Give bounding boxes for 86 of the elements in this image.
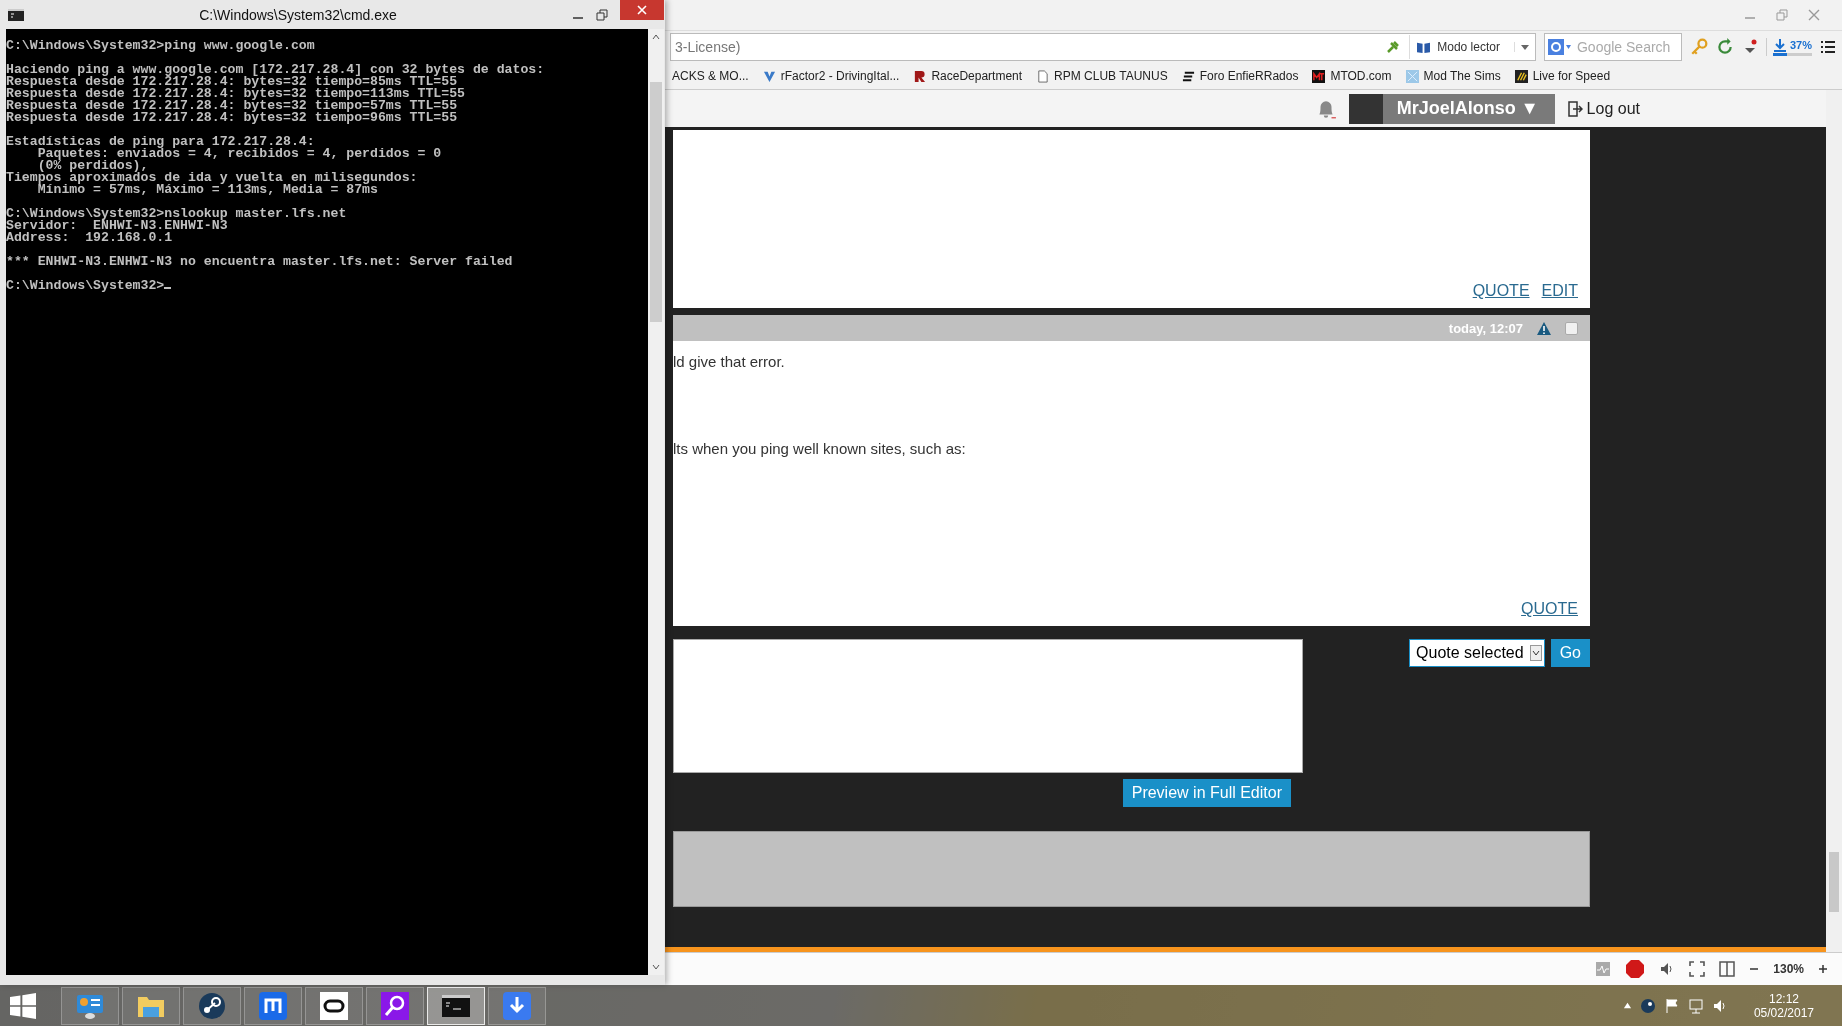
- console-icon: [8, 8, 24, 21]
- console-line: Tiempos aproximados de ida y vuelta en milisegundos:: [6, 172, 419, 184]
- console-line: Estadísticas de ping para 172.217.28.4:: [6, 136, 316, 148]
- scroll-up-icon[interactable]: [651, 32, 661, 42]
- console-line: Servidor: ENHWI-N3.ENHWI-N3: [6, 220, 229, 232]
- exit-door-icon: [1566, 100, 1583, 117]
- scroll-thumb[interactable]: [650, 82, 662, 322]
- bookmark-link[interactable]: ACKS & MO...: [672, 69, 749, 83]
- m-logo-icon: [258, 990, 288, 1021]
- scroll-down-icon[interactable]: [651, 962, 661, 972]
- console-line: Mínimo = 57ms, Máximo = 113ms, Media = 87ms: [37, 184, 378, 196]
- bookmark-link[interactable]: Mod The Sims: [1405, 69, 1501, 83]
- mt-logo-icon: [1312, 69, 1326, 83]
- console-line: Address: 192.168.0.1: [6, 232, 174, 244]
- taskbar-button[interactable]: [427, 986, 485, 1025]
- post-header-bar: today, 12:07: [673, 315, 1590, 341]
- ring-icon: [319, 990, 349, 1021]
- magnifier-icon: [380, 990, 410, 1021]
- download-icon: [502, 990, 532, 1021]
- post-text: lts when you ping well known sites, such as:: [673, 440, 967, 457]
- console-line: Respuesta desde 172.217.28.4: bytes=32 tiempo=57ms TTL=55: [6, 100, 459, 112]
- search-field[interactable]: Google Search: [1543, 33, 1682, 61]
- tile-icon: [1405, 69, 1419, 83]
- console-line: C:\Windows\System32>ping www.google.com: [6, 40, 316, 52]
- close-button[interactable]: [620, 0, 664, 20]
- logout-link[interactable]: Log out: [1566, 99, 1640, 118]
- restore-icon[interactable]: [596, 8, 608, 21]
- bookmark-link[interactable]: Foro EnfieRRados: [1181, 69, 1299, 83]
- split-view-icon[interactable]: [1719, 961, 1736, 977]
- console-line: Paquetes: enviados = 4, recibidos = 4, perdidos = 0: [36, 148, 443, 160]
- console-line: Respuesta desde 172.217.28.4: bytes=32 tiempo=85ms TTL=55: [6, 76, 458, 88]
- console-line: *** ENHWI-N3.ENHWI-N3 no encuentra master.lfs.net: Server failed: [6, 256, 514, 268]
- menu-icon[interactable]: [1820, 39, 1836, 55]
- preview-button[interactable]: Preview in Full Editor: [1122, 779, 1291, 807]
- stop-sign-icon[interactable]: [1625, 959, 1646, 979]
- download-indicator[interactable]: 37%: [1765, 38, 1812, 56]
- avatar-placeholder: [1348, 93, 1383, 124]
- circle-logo-icon[interactable]: [1639, 997, 1656, 1014]
- post-action-link[interactable]: QUOTE: [1472, 282, 1530, 300]
- console-line: Respuesta desde 172.217.28.4: bytes=32 tiempo=113ms TTL=55: [6, 88, 466, 100]
- stripes-tile-icon: [1514, 69, 1528, 83]
- console-prompt: C:\Windows\System32>: [6, 280, 648, 292]
- taskbar-button[interactable]: [366, 986, 424, 1025]
- console-line: Respuesta desde 172.217.28.4: bytes=32 tiempo=96ms TTL=55: [6, 112, 459, 124]
- console-line: Haciendo ping a www.google.com [172.217.28.4] con 32 bytes de datos:: [6, 64, 546, 76]
- bookmark-link[interactable]: rFactor2 - DrivingItal...: [762, 69, 900, 83]
- post-checkbox[interactable]: [1565, 321, 1578, 335]
- stripes-logo-icon: [1181, 69, 1195, 83]
- r-logo-icon: [913, 69, 927, 83]
- refresh-arrow-icon[interactable]: [1715, 38, 1734, 56]
- fullscreen-icon[interactable]: [1689, 961, 1706, 977]
- warning-icon[interactable]: [1537, 321, 1551, 335]
- page-icon: [1036, 69, 1050, 83]
- clock[interactable]: 12:12 05/02/2017: [1753, 991, 1814, 1020]
- close-icon[interactable]: [1808, 9, 1820, 21]
- search-engine-icon[interactable]: [1547, 39, 1572, 55]
- zoom-level: 130%: [1773, 962, 1804, 976]
- console-line: C:\Windows\System32>nslookup master.lfs.net: [6, 208, 348, 220]
- post-action-link[interactable]: EDIT: [1541, 282, 1578, 300]
- book-icon: [1416, 40, 1432, 54]
- windows-logo-icon[interactable]: [10, 992, 36, 1019]
- circle-logo-icon: [197, 990, 227, 1021]
- zoom-in-icon[interactable]: [1818, 964, 1828, 974]
- flag-icon[interactable]: [1663, 997, 1680, 1014]
- taskbar-button[interactable]: [305, 986, 363, 1025]
- network-icon[interactable]: [1687, 997, 1704, 1014]
- go-button[interactable]: Go: [1550, 639, 1590, 667]
- tray-expand-icon[interactable]: [1622, 1001, 1632, 1010]
- post-action-link[interactable]: QUOTE: [1521, 600, 1578, 618]
- bookmark-link[interactable]: RPM CLUB TAUNUS: [1036, 69, 1168, 83]
- v-logo-icon: [762, 69, 776, 83]
- address-bar[interactable]: 3-License) Modo lector: [670, 33, 1536, 61]
- post-text: ld give that error.: [673, 353, 786, 370]
- bookmark-link[interactable]: Live for Speed: [1514, 69, 1611, 83]
- scrollbar[interactable]: [648, 29, 664, 975]
- bookmark-link[interactable]: RaceDepartment: [913, 69, 1023, 83]
- download-arrow-icon: [1772, 38, 1787, 52]
- user-menu[interactable]: MrJoelAlonso ▼: [1348, 93, 1555, 124]
- scroll-thumb[interactable]: [1829, 852, 1839, 912]
- taskbar-button[interactable]: [183, 986, 241, 1025]
- quote-select[interactable]: Quote selected: [1409, 639, 1545, 667]
- taskbar-button[interactable]: [244, 986, 302, 1025]
- window-title: C:\Windows\System32\cmd.exe: [198, 6, 398, 23]
- bookmark-link[interactable]: MTOD.com: [1312, 69, 1392, 83]
- taskbar-button[interactable]: [488, 986, 546, 1025]
- console-line: (0% perdidos),: [37, 160, 149, 172]
